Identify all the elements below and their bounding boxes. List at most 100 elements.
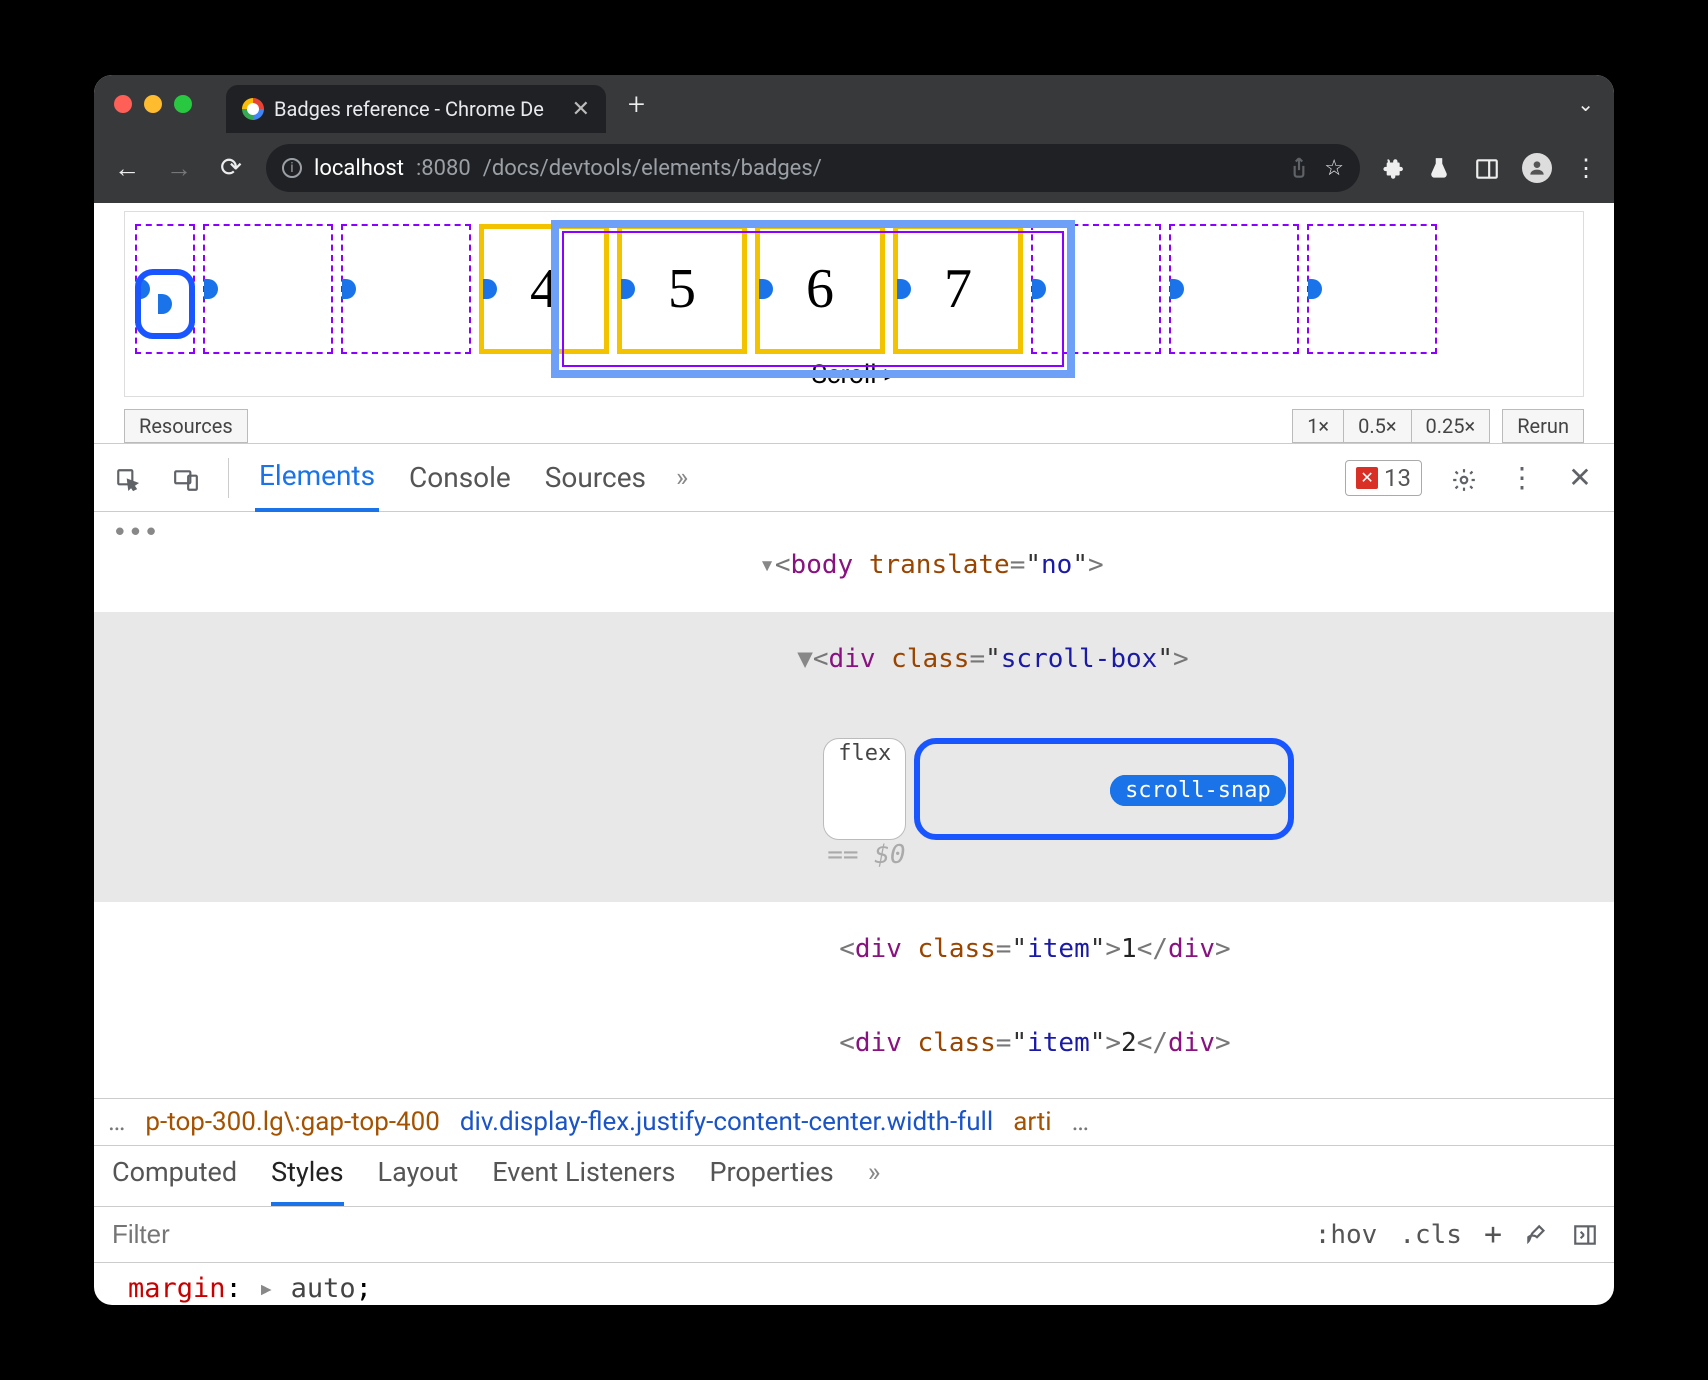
scroll-item[interactable] bbox=[203, 224, 333, 354]
devtools-tabbar: Elements Console Sources » ✕ 13 ⋮ ✕ bbox=[94, 444, 1614, 512]
chrome-favicon-icon bbox=[242, 98, 264, 120]
inspect-element-icon[interactable] bbox=[112, 461, 144, 494]
maximize-window-button[interactable] bbox=[174, 95, 192, 113]
styles-subpanel-tabs: Computed Styles Layout Event Listeners P… bbox=[94, 1146, 1614, 1207]
breadcrumb-seg-3[interactable]: arti bbox=[1013, 1107, 1051, 1137]
extensions-icon[interactable] bbox=[1378, 154, 1404, 183]
css-declarations[interactable]: margin: ▸ auto; scroll-snap-type: x mand… bbox=[94, 1263, 1614, 1305]
snap-dot-icon bbox=[1308, 279, 1322, 299]
tabs-dropdown-icon[interactable]: ⌄ bbox=[1577, 92, 1594, 116]
scroll-item[interactable] bbox=[1031, 224, 1161, 354]
scroll-item[interactable]: 5 bbox=[617, 224, 747, 354]
snap-dot-icon bbox=[204, 279, 218, 299]
zoom-button[interactable]: 0.5× bbox=[1344, 409, 1411, 443]
zoom-button[interactable]: 0.25× bbox=[1412, 409, 1491, 443]
dom-node-item-1[interactable]: <div class="item">1</div> bbox=[94, 902, 1614, 996]
window-controls bbox=[114, 95, 192, 113]
scroll-hint-label: Scroll > bbox=[131, 360, 1577, 390]
scroll-snap-badge[interactable]: scroll-snap bbox=[1110, 775, 1286, 806]
styles-filter-row: :hov .cls + bbox=[94, 1207, 1614, 1263]
snap-anchor-highlight bbox=[135, 269, 195, 339]
subtabs-overflow-icon[interactable]: » bbox=[868, 1156, 881, 1206]
tab-sources[interactable]: Sources bbox=[541, 444, 650, 512]
dom-breadcrumb[interactable]: … p-top-300.lg\:gap-top-400 div.display-… bbox=[94, 1098, 1614, 1146]
profile-avatar-icon[interactable] bbox=[1522, 153, 1552, 183]
breadcrumb-seg-2[interactable]: div.display-flex.justify-content-center.… bbox=[460, 1107, 993, 1137]
tab-console[interactable]: Console bbox=[405, 444, 515, 512]
resources-button[interactable]: Resources bbox=[124, 409, 248, 443]
url-input[interactable]: i localhost :8080/docs/devtools/elements/… bbox=[266, 144, 1360, 192]
close-tab-icon[interactable]: ✕ bbox=[572, 97, 590, 122]
scroll-item[interactable] bbox=[341, 224, 471, 354]
menu-icon[interactable]: ⋮ bbox=[1574, 154, 1598, 182]
tab-elements[interactable]: Elements bbox=[255, 444, 379, 512]
breadcrumb-right-ellipsis[interactable]: … bbox=[1072, 1107, 1089, 1137]
breadcrumb-seg-1[interactable]: p-top-300.lg\:gap-top-400 bbox=[145, 1107, 439, 1137]
snap-dot-icon bbox=[621, 279, 635, 299]
close-window-button[interactable] bbox=[114, 95, 132, 113]
tab-title: Badges reference - Chrome De bbox=[274, 97, 544, 121]
paintbrush-icon[interactable] bbox=[1524, 1220, 1550, 1250]
styles-filter-input[interactable] bbox=[110, 1218, 1295, 1251]
bookmark-star-icon[interactable]: ☆ bbox=[1324, 156, 1344, 181]
dom-node-scroll-box[interactable]: ▼<div class="scroll-box"> bbox=[94, 612, 1614, 706]
subtab-layout[interactable]: Layout bbox=[378, 1156, 459, 1206]
browser-tab[interactable]: Badges reference - Chrome De ✕ bbox=[226, 85, 606, 133]
kebab-menu-icon[interactable]: ⋮ bbox=[1506, 461, 1538, 494]
site-info-icon[interactable]: i bbox=[282, 158, 302, 178]
dom-node-body[interactable]: ▾<body translate="no"> bbox=[94, 518, 1614, 612]
device-toolbar-icon[interactable] bbox=[170, 461, 202, 494]
subtab-styles[interactable]: Styles bbox=[271, 1156, 343, 1206]
snap-dot-icon bbox=[759, 279, 773, 299]
browser-window: Badges reference - Chrome De ✕ + ⌄ ← → ⟳… bbox=[94, 75, 1614, 1305]
page-content: 4567 Scroll > Resources 1×0.5×0.25× Reru… bbox=[94, 211, 1614, 443]
reload-button[interactable]: ⟳ bbox=[214, 153, 248, 183]
hov-toggle[interactable]: :hov bbox=[1315, 1220, 1378, 1250]
close-devtools-icon[interactable]: ✕ bbox=[1564, 461, 1596, 494]
minimize-window-button[interactable] bbox=[144, 95, 162, 113]
zoom-button[interactable]: 1× bbox=[1292, 409, 1344, 443]
selected-node-marker: == $0 bbox=[827, 840, 905, 870]
dom-node-item-2[interactable]: <div class="item">2</div> bbox=[94, 996, 1614, 1090]
scroll-item[interactable]: 6 bbox=[755, 224, 885, 354]
url-path: /docs/devtools/elements/badges/ bbox=[483, 156, 822, 181]
browser-toolbar-icons: ⋮ bbox=[1378, 153, 1598, 183]
demo-toolbar: Resources 1×0.5×0.25× Rerun bbox=[124, 409, 1584, 443]
error-count-badge[interactable]: ✕ 13 bbox=[1345, 460, 1422, 496]
snap-dot-icon bbox=[342, 279, 356, 299]
error-count-value: 13 bbox=[1384, 464, 1411, 492]
subtab-event-listeners[interactable]: Event Listeners bbox=[492, 1156, 675, 1206]
scroll-item[interactable]: 7 bbox=[893, 224, 1023, 354]
url-port: :8080 bbox=[416, 156, 471, 181]
labs-icon[interactable] bbox=[1426, 154, 1452, 183]
tabs-overflow-icon[interactable]: » bbox=[676, 463, 688, 493]
forward-button[interactable]: → bbox=[162, 153, 196, 184]
rerun-button[interactable]: Rerun bbox=[1502, 409, 1584, 443]
scroll-item[interactable] bbox=[1169, 224, 1299, 354]
scroll-item[interactable] bbox=[1307, 224, 1437, 354]
scroll-item[interactable]: 4 bbox=[479, 224, 609, 354]
panel-icon[interactable] bbox=[1474, 154, 1500, 183]
scroll-container[interactable]: 4567 bbox=[131, 224, 1577, 354]
scroll-snap-badge-highlight: scroll-snap bbox=[914, 738, 1294, 840]
breadcrumb-left-ellipsis[interactable]: … bbox=[108, 1107, 125, 1137]
url-host: localhost bbox=[314, 156, 404, 181]
subtab-properties[interactable]: Properties bbox=[709, 1156, 833, 1206]
snap-dot-icon bbox=[1170, 279, 1184, 299]
error-icon: ✕ bbox=[1356, 467, 1378, 489]
share-icon[interactable] bbox=[1286, 155, 1312, 181]
css-line-margin[interactable]: margin: ▸ auto; bbox=[128, 1269, 1614, 1305]
snap-dot-icon bbox=[483, 279, 497, 299]
address-bar: ← → ⟳ i localhost :8080/docs/devtools/ele… bbox=[94, 133, 1614, 203]
new-rule-icon[interactable]: + bbox=[1484, 1217, 1502, 1252]
devtools: Elements Console Sources » ✕ 13 ⋮ ✕ ••• … bbox=[94, 443, 1614, 1305]
dom-badges-row: flex scroll-snap == $0 bbox=[94, 706, 1614, 902]
subtab-computed[interactable]: Computed bbox=[112, 1156, 237, 1206]
cls-toggle[interactable]: .cls bbox=[1399, 1220, 1462, 1250]
back-button[interactable]: ← bbox=[110, 153, 144, 184]
dom-tree[interactable]: ••• ▾<body translate="no"> ▼<div class="… bbox=[94, 512, 1614, 1098]
toggle-sidebar-icon[interactable] bbox=[1572, 1220, 1598, 1250]
new-tab-button[interactable]: + bbox=[628, 87, 645, 122]
settings-gear-icon[interactable] bbox=[1448, 461, 1480, 494]
flex-badge[interactable]: flex bbox=[823, 738, 906, 840]
